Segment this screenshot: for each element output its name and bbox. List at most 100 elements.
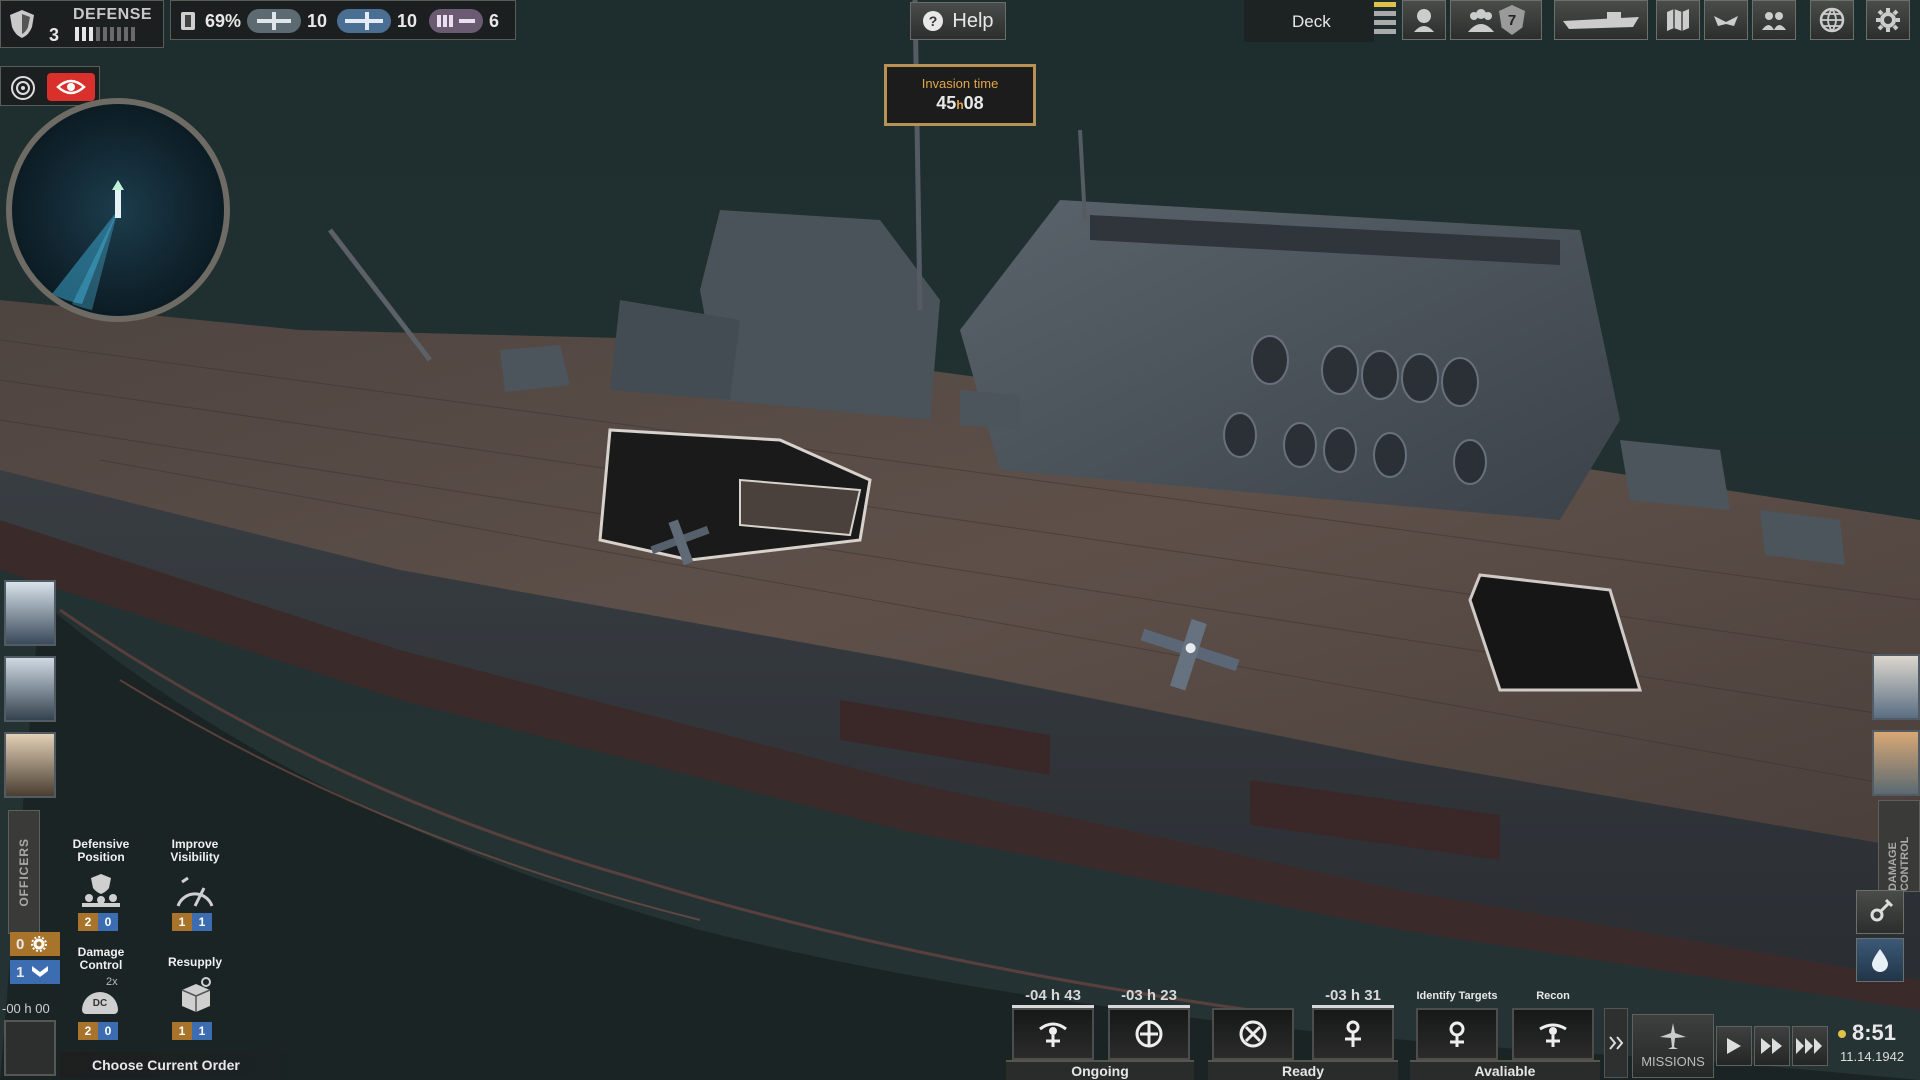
squadrons-button[interactable] — [1704, 0, 1748, 40]
order-cost-orange: 1 — [172, 1022, 192, 1040]
recon-icon — [1539, 1023, 1567, 1047]
mission-slot-3[interactable] — [1212, 1008, 1294, 1060]
missions-label: MISSIONS — [1641, 1054, 1705, 1069]
combat-air-patrol-icon — [1135, 1020, 1163, 1048]
order-points-blue: 1 — [10, 960, 60, 984]
invasion-label: Invasion time — [921, 76, 999, 91]
wrench-gear-icon — [1870, 898, 1894, 922]
question-icon: ? — [923, 11, 944, 31]
eye-icon — [56, 79, 86, 95]
patrol-mission-icon — [1039, 1022, 1067, 1047]
order-damage-control[interactable]: Damage Control 2x DC 2 0 — [64, 946, 138, 1046]
defense-formation-icon — [82, 874, 120, 907]
ship-icon — [1563, 12, 1639, 29]
gear-small-icon — [31, 936, 48, 952]
mission-slot-identify-targets[interactable] — [1416, 1008, 1498, 1060]
layers-icon[interactable] — [1374, 2, 1396, 38]
order-cost-blue: 1 — [192, 913, 212, 931]
help-button[interactable]: ? Help — [910, 2, 1006, 40]
chevron-rank-icon — [32, 966, 49, 977]
daylight-indicator — [1838, 1030, 1846, 1038]
plane-icon — [1660, 1023, 1686, 1049]
officers-tab[interactable]: OFFICERS — [8, 810, 40, 934]
group-icon — [1762, 12, 1786, 30]
order-multiplier: 2x — [106, 976, 118, 988]
invasion-h: h — [956, 98, 964, 112]
fast-forward-button[interactable] — [1754, 1026, 1790, 1066]
damage-control-icon: DC — [82, 992, 118, 1014]
double-chevron-icon — [1609, 1036, 1624, 1050]
carrier-deck-scene — [0, 0, 1920, 1080]
crew-menu-button[interactable]: 7 — [1450, 0, 1542, 40]
clock-time: 8:51 — [1852, 1020, 1897, 1045]
fighter-icon — [247, 9, 301, 33]
water-drop-icon — [1872, 949, 1888, 972]
play-button[interactable] — [1716, 1026, 1752, 1066]
crew-portrait-2[interactable] — [1872, 730, 1920, 796]
order-cost-orange: 2 — [78, 913, 98, 931]
wings-icon — [1714, 16, 1738, 26]
order-cost-blue: 0 — [98, 913, 118, 931]
ship-menu-button[interactable] — [1554, 0, 1648, 40]
mission-timer-4: -03 h 31 — [1325, 987, 1381, 1004]
flooding-button[interactable] — [1856, 938, 1904, 982]
strike-mission-icon — [1239, 1020, 1267, 1048]
officer-portrait-1[interactable] — [4, 580, 56, 646]
fighters-count: 10 — [307, 11, 328, 31]
crew-portrait-1[interactable] — [1872, 654, 1920, 720]
officers-tab-label: OFFICERS — [17, 837, 31, 907]
play-icon — [1727, 1038, 1741, 1054]
defense-panel[interactable]: 3 DEFENSE — [0, 0, 164, 48]
map-icon — [1667, 9, 1689, 31]
mission-slot-4[interactable] — [1312, 1008, 1394, 1060]
defense-level: 3 — [49, 25, 60, 45]
visibility-toggle[interactable] — [47, 73, 95, 101]
settings-button[interactable] — [1866, 0, 1910, 40]
current-order-slot[interactable] — [4, 1020, 56, 1076]
missions-group-ongoing: Ongoing — [1006, 1060, 1194, 1080]
mission-slot-recon[interactable] — [1512, 1008, 1594, 1060]
escort-mission-icon — [1345, 1020, 1361, 1047]
personnel-button[interactable] — [1752, 0, 1796, 40]
mission-slot-1[interactable] — [1012, 1008, 1094, 1060]
view-mode-panel[interactable]: Deck — [1244, 0, 1374, 42]
help-label: Help — [952, 9, 994, 32]
order-cost-orange: 2 — [78, 1022, 98, 1040]
officer-portrait-2[interactable] — [4, 656, 56, 722]
sonar-toggle-icon[interactable] — [9, 74, 37, 102]
crew-badge: 7 — [1499, 5, 1525, 35]
radar-sweep — [52, 180, 124, 310]
missions-button[interactable]: MISSIONS — [1632, 1014, 1714, 1078]
globe-button[interactable] — [1810, 0, 1854, 40]
damage-control-tab[interactable]: DAMAGE CONTROL — [1878, 800, 1920, 892]
invasion-minutes: 08 — [963, 93, 984, 113]
order-defensive-position[interactable]: Defensive Position 2 0 — [64, 838, 138, 938]
expand-missions-button[interactable] — [1604, 1008, 1628, 1078]
aircraft-menu-button[interactable] — [1402, 0, 1446, 40]
order-improve-visibility[interactable]: Improve Visibility 1 1 — [158, 838, 232, 938]
order-points-orange: 0 — [10, 932, 60, 956]
repair-button[interactable] — [1856, 890, 1904, 934]
mission-caption-identify: Identify Targets — [1416, 990, 1498, 1002]
defense-label: DEFENSE — [73, 6, 153, 23]
defense-bars — [75, 27, 135, 41]
identify-target-icon — [1449, 1021, 1465, 1047]
bombers-count: 10 — [397, 11, 418, 31]
pilot-icon — [1414, 9, 1434, 32]
torpedo-bomber-icon — [429, 9, 483, 33]
order-cost-blue: 1 — [192, 1022, 212, 1040]
gear-icon — [1876, 8, 1900, 32]
map-button[interactable] — [1656, 0, 1700, 40]
fastest-forward-icon — [1796, 1038, 1822, 1054]
svg-text:?: ? — [929, 13, 938, 29]
mission-caption-recon: Recon — [1536, 990, 1570, 1002]
order-resupply[interactable]: Resupply 1 1 — [158, 956, 232, 1046]
fastest-forward-button[interactable] — [1792, 1026, 1828, 1066]
radar-minimap[interactable] — [6, 98, 230, 322]
officer-portrait-3[interactable] — [4, 732, 56, 798]
order-cost-orange: 1 — [172, 913, 192, 931]
crew-icon — [1468, 9, 1494, 32]
mission-slot-2[interactable] — [1108, 1008, 1190, 1060]
mission-timer-1: -04 h 43 — [1025, 987, 1081, 1004]
shield-icon — [10, 10, 34, 38]
